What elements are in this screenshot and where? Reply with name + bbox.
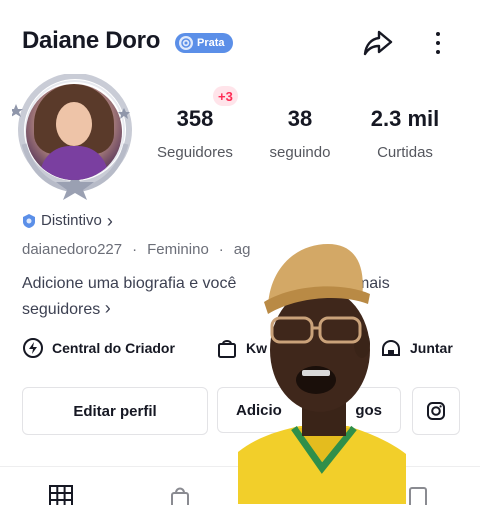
username: daianedoro227 — [22, 241, 123, 258]
badge-label: Distintivo — [41, 212, 102, 229]
chevron-right-icon: › — [104, 298, 111, 318]
meta-separator: · — [132, 241, 138, 258]
gender: Feminino — [147, 241, 209, 258]
meta-separator: · — [218, 241, 224, 258]
stat-likes[interactable]: 2.3 mil Curtidas — [356, 106, 454, 161]
grid-icon[interactable] — [49, 485, 73, 505]
level-badge-label: Prata — [197, 37, 225, 49]
chevron-right-icon: › — [106, 210, 113, 231]
profile-name: Daiane Doro — [22, 27, 161, 54]
stat-following[interactable]: 38 seguindo — [258, 106, 342, 161]
creator-center-label: Central do Criador — [52, 340, 175, 356]
badge-link[interactable]: Distintivo › — [22, 210, 113, 231]
avatar[interactable] — [26, 84, 122, 180]
share-button[interactable] — [360, 25, 396, 61]
shield-badge-icon — [23, 213, 35, 228]
new-followers-badge: +3 — [213, 86, 238, 106]
following-count: 38 — [287, 106, 313, 131]
bio-text-start: Adicione uma biografia e você — [22, 275, 237, 292]
share-arrow-icon — [363, 30, 393, 56]
lock-icon[interactable] — [170, 485, 190, 505]
likes-count: 2.3 mil — [370, 106, 440, 131]
more-vertical-icon — [436, 32, 440, 36]
join-label: Juntar — [410, 340, 453, 356]
instagram-button[interactable] — [412, 387, 460, 435]
overlay-video-person — [238, 244, 406, 504]
creator-center-icon — [23, 338, 43, 358]
level-badge[interactable]: Prata — [175, 33, 233, 53]
likes-label: Curtidas — [377, 144, 433, 161]
creator-center-link[interactable]: Central do Criador — [22, 337, 175, 359]
more-dot — [436, 50, 440, 54]
following-label: seguindo — [269, 144, 331, 161]
profile-meta: daianedoro227 · Feminino · ag — [22, 241, 250, 258]
followers-label: Seguidores — [157, 144, 233, 161]
followers-count: 358 — [176, 106, 214, 131]
bio-line2: seguidores — [22, 301, 101, 318]
edit-profile-button[interactable]: Editar perfil — [22, 387, 208, 435]
stat-followers[interactable]: 358 Seguidores — [145, 106, 245, 161]
instagram-icon — [427, 402, 445, 420]
shopping-bag-icon — [218, 340, 236, 358]
more-dot — [436, 41, 440, 45]
more-options-button[interactable] — [424, 26, 452, 60]
bookmark-icon[interactable] — [408, 487, 428, 505]
level-badge-icon — [179, 36, 193, 50]
